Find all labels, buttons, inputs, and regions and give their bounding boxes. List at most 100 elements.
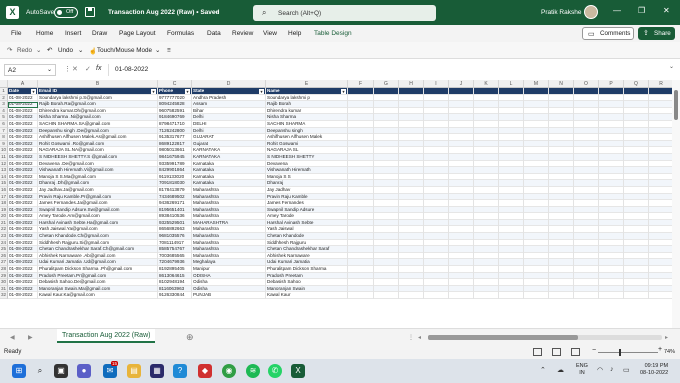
table-header-cell[interactable]: State ▾ [192, 88, 266, 95]
filter-dropdown-icon[interactable]: ▾ [151, 89, 156, 94]
column-header[interactable]: P [599, 80, 624, 88]
empty-cell[interactable] [499, 259, 524, 267]
empty-cell[interactable] [424, 239, 449, 247]
table-cell[interactable]: 01-08-2022 [8, 120, 38, 128]
empty-cell[interactable] [499, 200, 524, 207]
empty-cell[interactable] [474, 107, 499, 115]
empty-cell[interactable] [449, 292, 474, 299]
touch-mouse-mode-button[interactable]: Touch/Mouse Mode [97, 47, 152, 54]
table-cell[interactable]: 9135317677 [158, 134, 192, 141]
table-cell[interactable]: Nisha Sharma .Ni@gmail.com [38, 114, 158, 121]
touch-mode-dropdown-icon[interactable]: ⌄ [155, 47, 160, 54]
empty-cell[interactable] [549, 239, 574, 247]
empty-cell[interactable] [624, 252, 649, 260]
empty-cell[interactable] [474, 200, 499, 207]
empty-cell[interactable] [549, 127, 574, 135]
empty-cell[interactable] [374, 206, 399, 214]
empty-cell[interactable] [499, 213, 524, 220]
cancel-icon[interactable]: ✕ [72, 65, 78, 73]
empty-cell[interactable] [348, 186, 374, 194]
row-header[interactable]: 3 [0, 101, 8, 108]
empty-cell[interactable] [549, 180, 574, 187]
empty-cell[interactable] [348, 285, 374, 293]
row-header[interactable]: 22 [0, 226, 8, 234]
scroll-right-icon[interactable]: ▸ [665, 334, 668, 341]
empty-cell[interactable] [374, 94, 399, 102]
table-cell[interactable]: 01-08-2022 [8, 107, 38, 115]
table-cell[interactable]: 7091818030 [158, 180, 192, 187]
table-cell[interactable]: Karnataka [192, 160, 266, 168]
empty-cell[interactable] [348, 180, 374, 187]
empty-cell[interactable] [474, 285, 499, 293]
table-cell[interactable]: 01-08-2022 [8, 233, 38, 240]
empty-cell[interactable] [549, 193, 574, 201]
empty-cell[interactable] [348, 213, 374, 220]
empty-cell[interactable] [574, 167, 599, 174]
empty-cell[interactable] [424, 88, 449, 95]
empty-cell[interactable] [624, 219, 649, 227]
empty-cell[interactable] [524, 219, 549, 227]
table-cell[interactable]: 8094245828 [158, 101, 192, 108]
empty-cell[interactable] [549, 206, 574, 214]
cloud-icon[interactable]: ☁ [557, 366, 564, 374]
table-cell[interactable]: 8656892663 [158, 226, 192, 234]
empty-cell[interactable] [624, 107, 649, 115]
column-header[interactable]: K [474, 80, 499, 88]
empty-cell[interactable] [348, 206, 374, 214]
table-cell[interactable]: Manipur [192, 266, 266, 273]
row-header[interactable]: 13 [0, 167, 8, 174]
table-cell[interactable]: Amey Tarode [266, 213, 348, 220]
empty-cell[interactable] [599, 173, 624, 181]
empty-cell[interactable] [474, 186, 499, 194]
empty-cell[interactable] [499, 186, 524, 194]
row-header[interactable]: 7 [0, 127, 8, 135]
table-cell[interactable]: Manoja S S [266, 173, 348, 181]
task-view-icon[interactable]: ▣ [54, 364, 68, 378]
table-cell[interactable]: Odisha [192, 279, 266, 286]
column-header[interactable]: J [449, 80, 474, 88]
empty-cell[interactable] [524, 252, 549, 260]
column-header[interactable]: G [374, 80, 399, 88]
empty-cell[interactable] [424, 160, 449, 168]
empty-cell[interactable] [574, 114, 599, 121]
table-cell[interactable]: 01-08-2022 [8, 213, 38, 220]
empty-cell[interactable] [599, 246, 624, 253]
horizontal-scrollbar[interactable] [428, 335, 662, 340]
table-cell[interactable]: 01-08-2022 [8, 193, 38, 201]
table-cell[interactable]: Maharashtra [192, 226, 266, 234]
empty-cell[interactable] [374, 266, 399, 273]
table-cell[interactable]: 8613064615 [158, 272, 192, 280]
empty-cell[interactable] [624, 226, 649, 234]
empty-cell[interactable] [499, 147, 524, 154]
empty-cell[interactable] [424, 173, 449, 181]
empty-cell[interactable] [474, 252, 499, 260]
empty-cell[interactable] [524, 114, 549, 121]
empty-cell[interactable] [449, 167, 474, 174]
empty-cell[interactable] [599, 239, 624, 247]
empty-cell[interactable] [424, 127, 449, 135]
empty-cell[interactable] [524, 233, 549, 240]
table-cell[interactable]: Delhi [192, 114, 266, 121]
column-header[interactable]: L [499, 80, 524, 88]
empty-cell[interactable] [374, 213, 399, 220]
table-cell[interactable]: 8192895405 [158, 266, 192, 273]
empty-cell[interactable] [449, 285, 474, 293]
filter-dropdown-icon[interactable]: ▾ [31, 89, 36, 94]
empty-cell[interactable] [348, 120, 374, 128]
empty-cell[interactable] [649, 213, 672, 220]
avatar[interactable] [584, 5, 598, 19]
empty-cell[interactable] [549, 94, 574, 102]
empty-cell[interactable] [624, 167, 649, 174]
empty-cell[interactable] [649, 174, 672, 181]
clock[interactable]: 09:19 PM 08-10-2022 [640, 363, 668, 377]
empty-cell[interactable] [474, 180, 499, 187]
table-cell[interactable]: 01-08-2022 [8, 101, 38, 108]
empty-cell[interactable] [499, 252, 524, 260]
column-header[interactable]: M [524, 80, 549, 88]
row-header[interactable]: 18 [0, 200, 8, 207]
empty-cell[interactable] [449, 94, 474, 102]
table-cell[interactable]: 01-08-2022 [8, 167, 38, 174]
enter-icon[interactable]: ✓ [85, 65, 91, 73]
empty-cell[interactable] [549, 134, 574, 141]
column-header[interactable]: I [424, 80, 449, 88]
